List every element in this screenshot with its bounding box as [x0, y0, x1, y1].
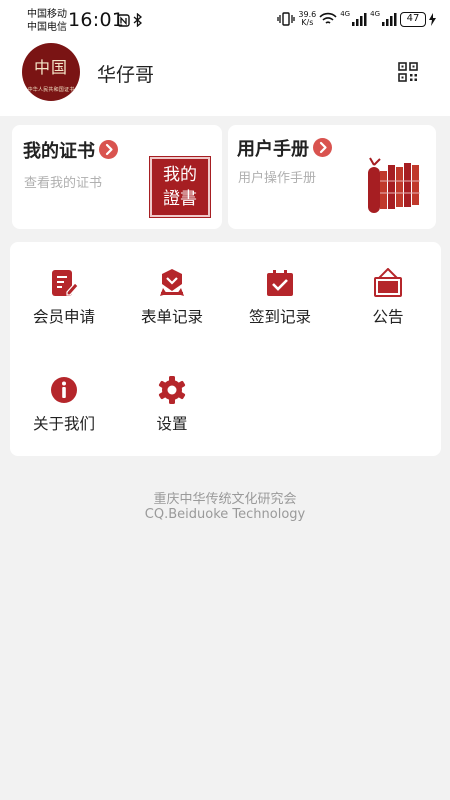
- menu-item-membership[interactable]: 会员申请: [10, 242, 118, 342]
- network-type-2: 4G: [370, 10, 380, 18]
- edit-form-icon: [52, 270, 79, 296]
- menu-item-announcement[interactable]: 公告: [334, 242, 442, 342]
- clock: 16:01: [68, 9, 125, 31]
- manual-card-subtitle: 用户操作手册: [238, 171, 317, 186]
- signal-icon-1: [352, 13, 367, 26]
- qr-code-icon[interactable]: [398, 62, 418, 82]
- network-type-1: 4G: [340, 10, 351, 18]
- menu-item-form-records[interactable]: 表单记录: [118, 242, 226, 342]
- status-bar: 中国移动 中国电信 16:01 39.6 K/s 4G 4G 47: [0, 0, 450, 40]
- username[interactable]: 华仔哥: [97, 60, 154, 87]
- avatar-text: 中国: [33, 58, 68, 77]
- carrier-1: 中国移动: [27, 9, 67, 20]
- bamboo-scroll-image: [368, 157, 420, 213]
- menu-item-label: 会员申请: [32, 308, 95, 326]
- bluetooth-icon: [133, 13, 142, 27]
- battery-level: 47: [400, 11, 426, 27]
- info-icon: [51, 377, 77, 403]
- gear-icon: [158, 376, 186, 404]
- menu-item-label: 签到记录: [248, 308, 311, 326]
- menu-item-checkin-records[interactable]: 签到记录: [226, 242, 334, 342]
- avatar[interactable]: 中国 中华人民共和国证书: [22, 43, 80, 101]
- menu-item-label: 公告: [372, 308, 404, 326]
- badge-icon: [160, 269, 184, 296]
- seal-text-2: 證書: [163, 189, 197, 209]
- manual-card[interactable]: 用户手册 用户操作手册: [228, 125, 436, 229]
- status-left-icons: [117, 13, 142, 27]
- manual-title-text: 用户手册: [237, 139, 309, 160]
- carrier-info: 中国移动 中国电信: [27, 8, 67, 34]
- certificate-card-title: 我的证书: [23, 137, 118, 163]
- seal-text-1: 我的: [163, 165, 197, 185]
- menu-grid: 会员申请 表单记录 签到记录 公告 关于我们 设置: [10, 242, 441, 456]
- carrier-2: 中国电信: [27, 22, 67, 33]
- announcement-board-icon: [374, 268, 402, 297]
- certificate-card-subtitle: 查看我的证书: [24, 176, 103, 191]
- chevron-right-icon: [99, 140, 118, 159]
- nfc-icon: [117, 13, 130, 27]
- status-right-icons: 39.6 K/s 4G 4G 47: [277, 10, 436, 27]
- footer-org-name: 重庆中华传统文化研究会: [153, 492, 297, 507]
- signal-icon-2: [382, 13, 397, 26]
- certificate-card[interactable]: 我的证书 查看我的证书 我的 證書: [12, 125, 222, 229]
- charging-icon: [429, 12, 436, 26]
- menu-item-label: 表单记录: [140, 308, 203, 326]
- menu-item-label: 关于我们: [32, 415, 95, 433]
- certificate-seal-image: 我的 證書: [149, 156, 211, 218]
- avatar-subtext: 中华人民共和国证书: [27, 87, 75, 93]
- menu-item-settings[interactable]: 设置: [118, 349, 226, 449]
- certificate-title-text: 我的证书: [23, 141, 95, 162]
- chevron-right-icon: [313, 138, 332, 157]
- vibrate-icon: [277, 12, 296, 26]
- speed-unit: K/s: [301, 18, 314, 27]
- menu-item-label: 设置: [156, 415, 188, 433]
- network-speed: 39.6 K/s: [298, 11, 316, 27]
- footer-company: CQ.Beiduoke Technology: [144, 507, 306, 522]
- wifi-icon: [319, 12, 337, 24]
- manual-card-title: 用户手册: [237, 135, 332, 161]
- menu-item-about-us[interactable]: 关于我们: [10, 349, 118, 449]
- calendar-check-icon: [267, 270, 293, 296]
